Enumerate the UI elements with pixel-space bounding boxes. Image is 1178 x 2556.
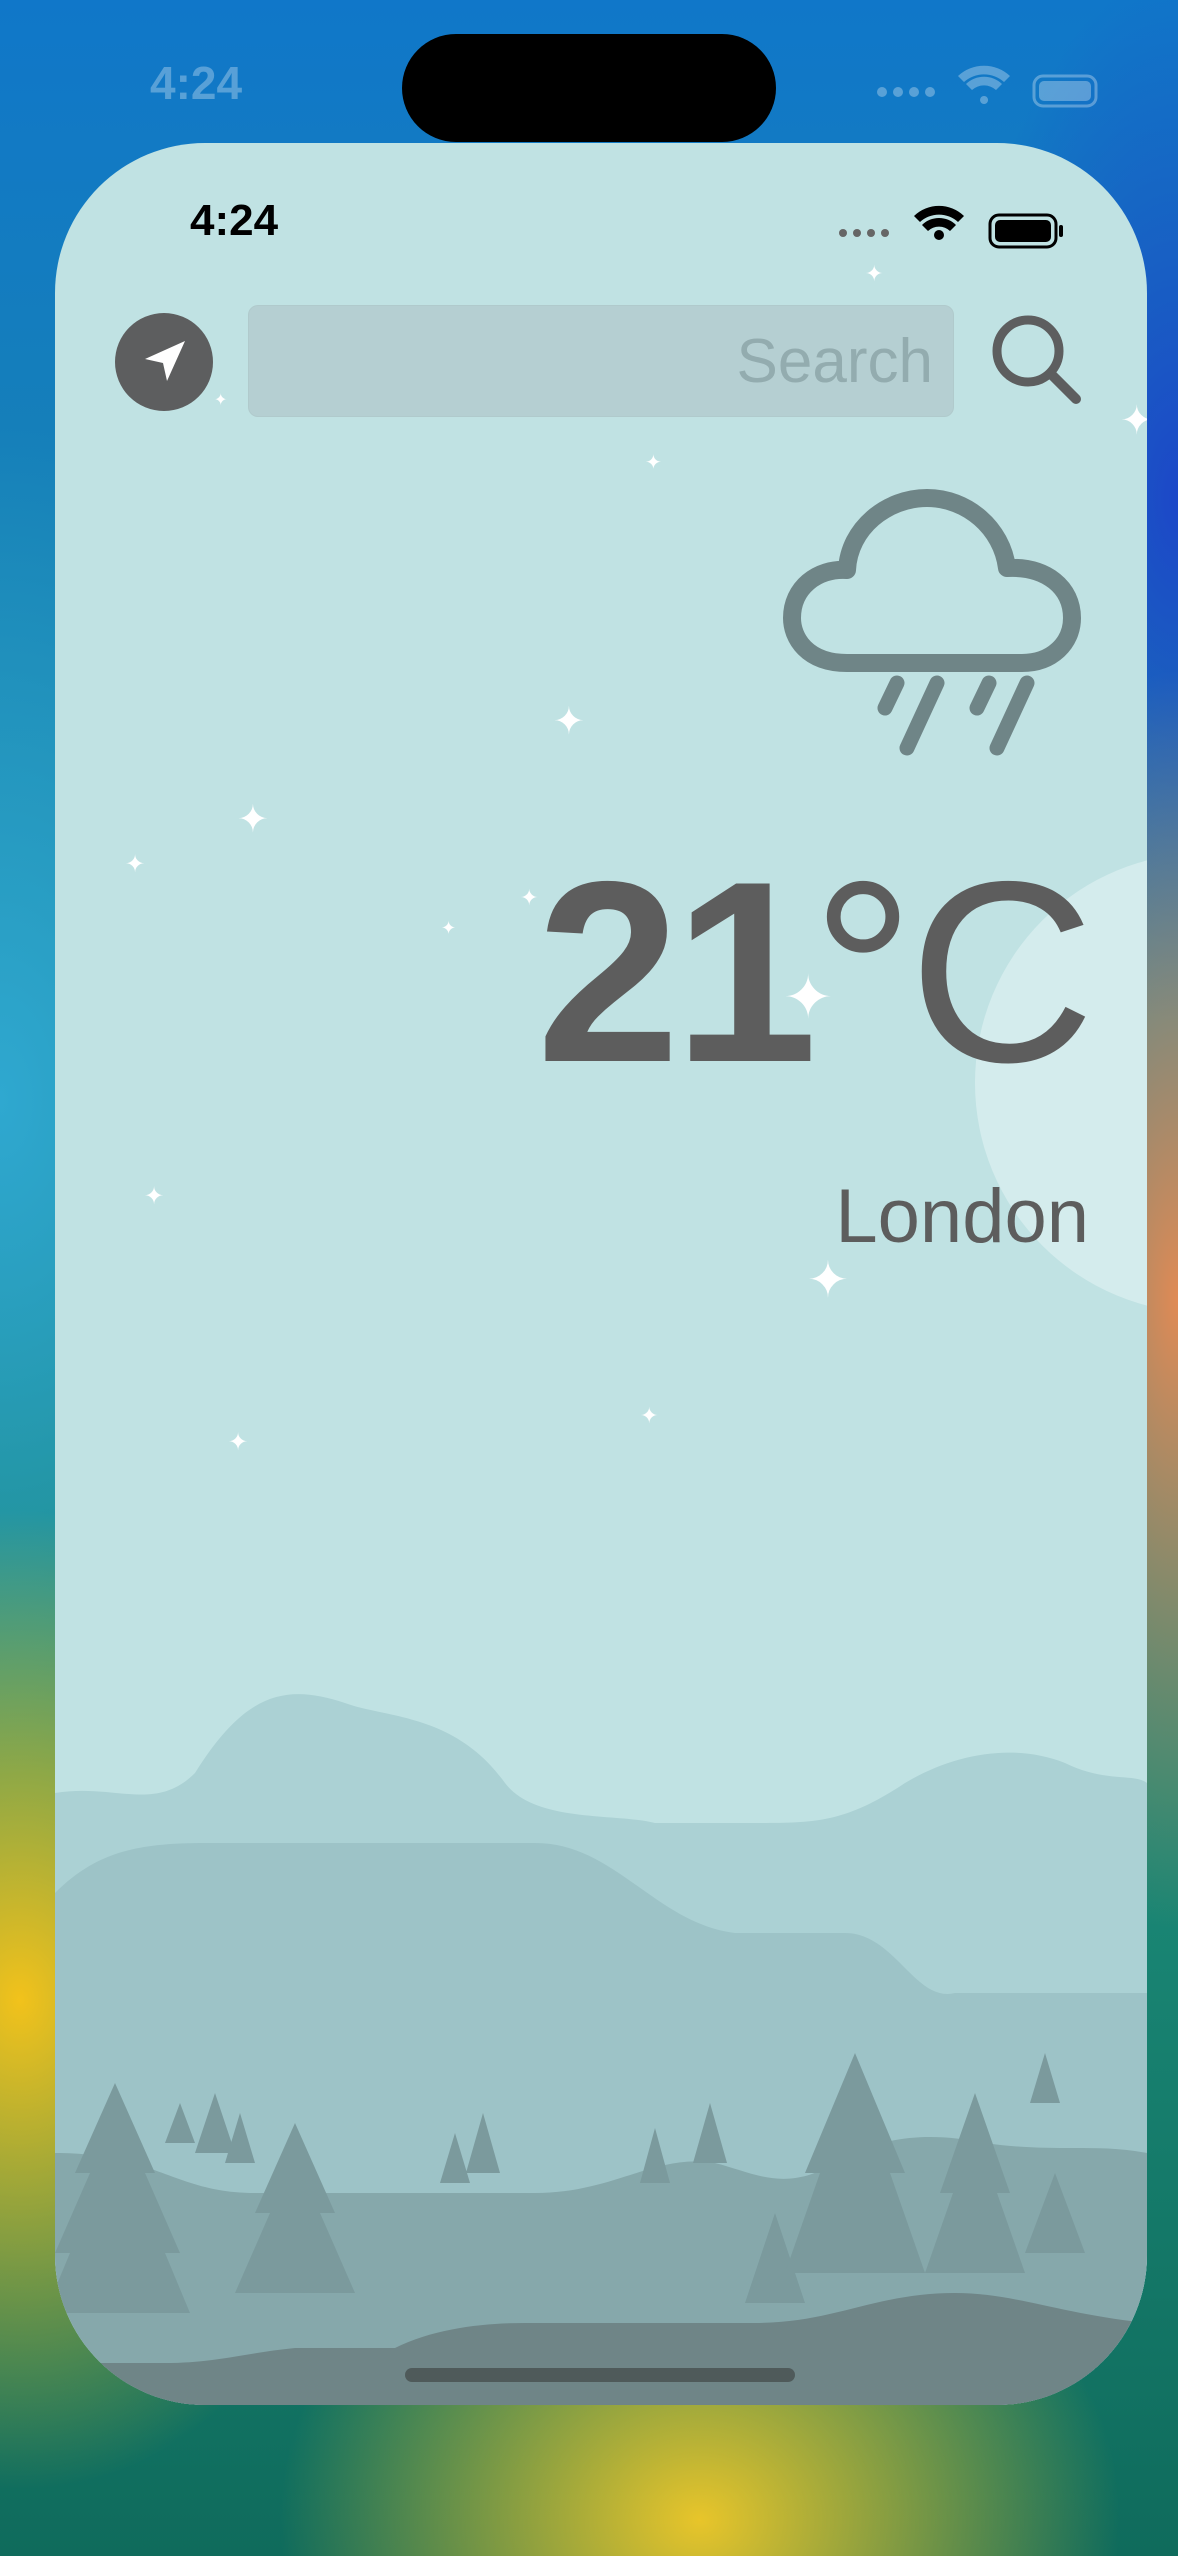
star-icon: ✦ — [553, 701, 585, 743]
city-name: London — [835, 1174, 1089, 1259]
status-time: 4:24 — [190, 196, 279, 245]
magnifier-icon — [992, 315, 1081, 404]
home-indicator[interactable] — [405, 2368, 795, 2382]
temperature-value: 21 — [536, 827, 818, 1116]
cloud-rain-icon — [777, 458, 1087, 763]
star-icon: ✦ — [640, 1403, 659, 1428]
dynamic-island — [402, 34, 776, 142]
battery-icon — [988, 213, 1063, 249]
star-icon: ✦ — [237, 799, 269, 841]
background-status-icons — [874, 62, 1114, 117]
star-icon: ✦ — [228, 1429, 249, 1456]
current-location-button[interactable] — [115, 313, 213, 411]
wifi-icon — [914, 205, 964, 240]
star-icon: ✦ — [214, 392, 228, 409]
star-icon: ✦ — [441, 918, 457, 938]
background-status-time: 4:24 — [150, 57, 243, 109]
temperature-unit: °C — [811, 827, 1095, 1116]
star-icon: ✦ — [645, 452, 662, 474]
star-icon: ✦ — [807, 1252, 849, 1308]
search-button[interactable] — [988, 311, 1088, 416]
status-icons — [835, 203, 1075, 258]
star-icon: ✦ — [144, 1183, 165, 1210]
star-icon: ✦ — [125, 851, 146, 878]
app-screen: ✦ ✦ ✦ ✦ ✦ ✦ ✦ ✦ ✦ ✦ ✦ ✦ ✦ ✦ ✦ 4:24 — [55, 143, 1147, 2405]
star-icon: ✦ — [865, 261, 884, 286]
location-arrow-icon — [145, 341, 185, 381]
temperature-display: 21°C — [537, 843, 1095, 1101]
landscape-illustration — [55, 1694, 1147, 2405]
search-input[interactable] — [248, 305, 954, 417]
star-icon: ✦ — [1120, 399, 1147, 443]
